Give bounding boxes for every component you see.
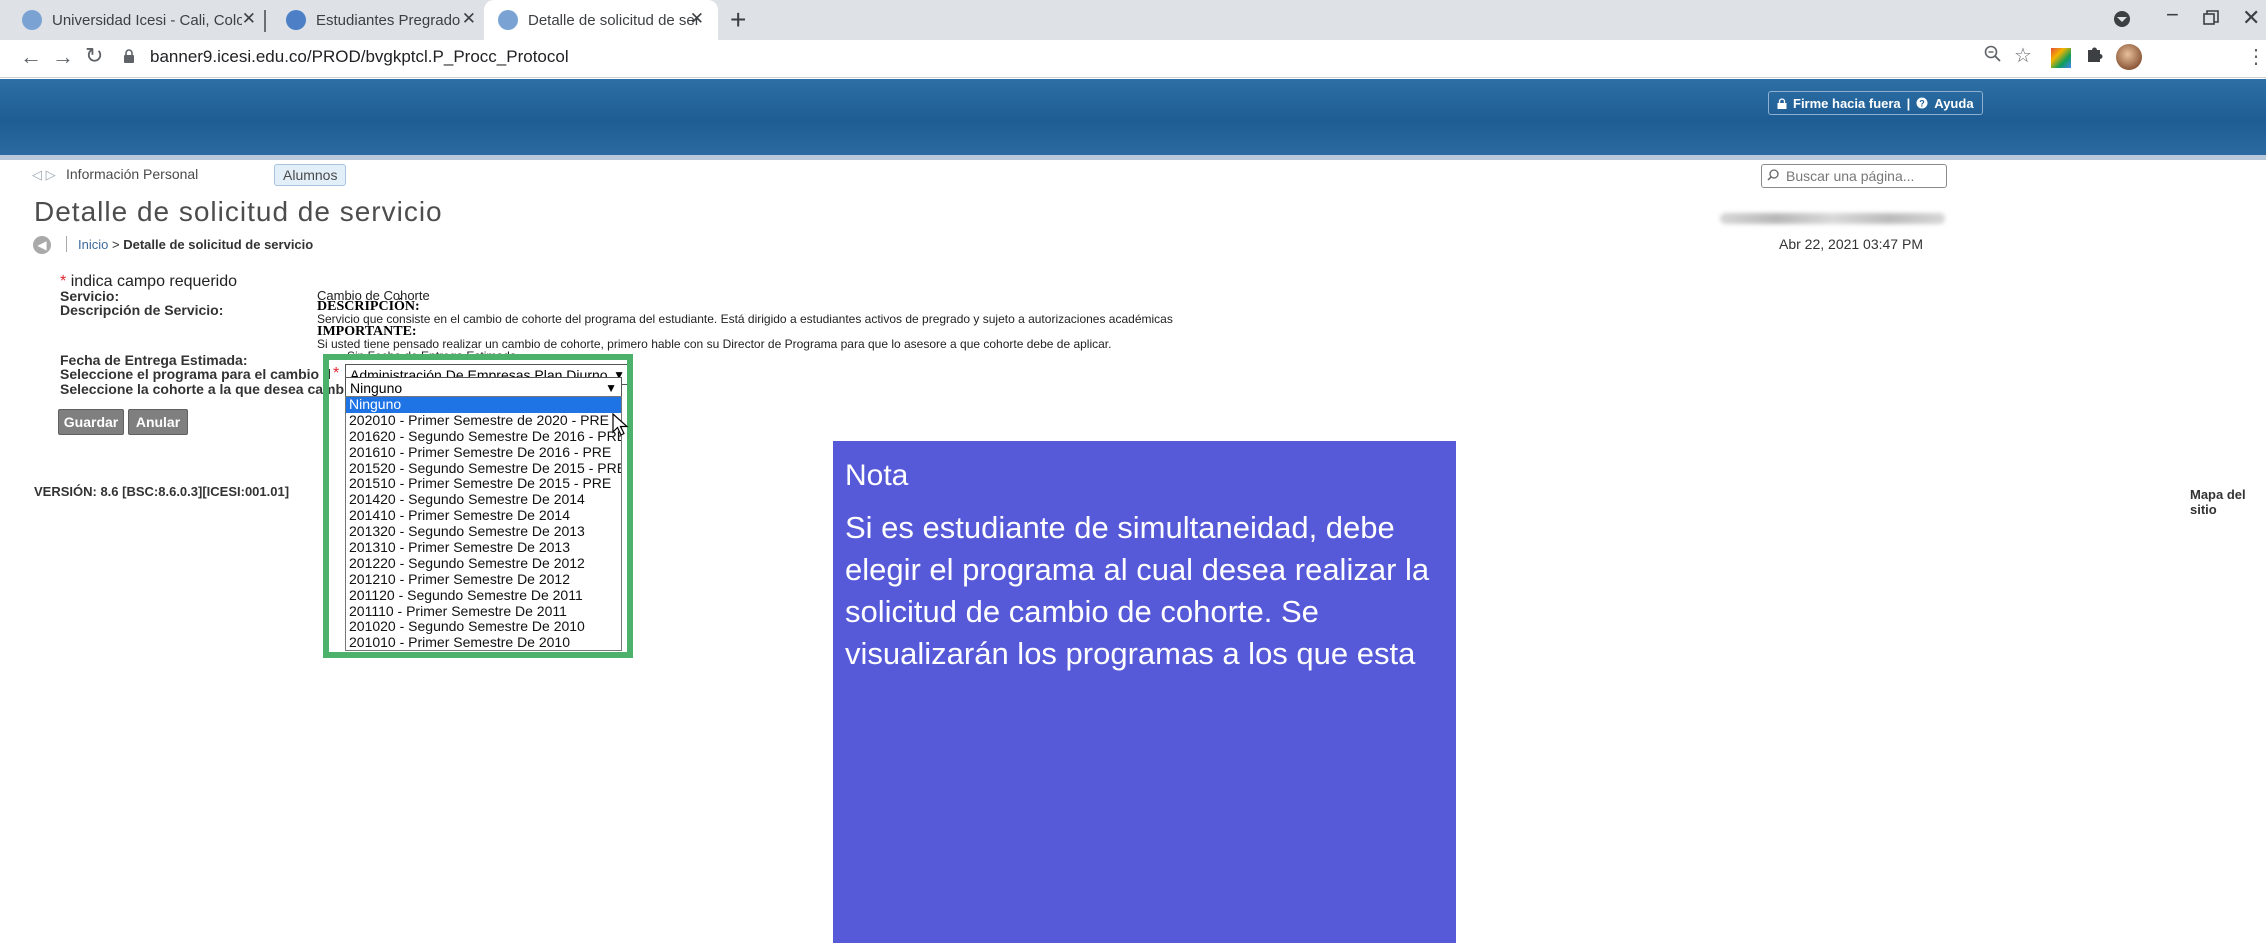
menu-icon[interactable]: ⋮ — [2246, 44, 2266, 69]
signout-link[interactable]: Firme hacia fuera — [1793, 96, 1901, 111]
back-arrow-icon[interactable]: ← — [20, 44, 42, 70]
tab-separator — [264, 10, 266, 32]
breadcrumb: Inicio > Detalle de solicitud de servici… — [78, 237, 313, 252]
search-icon — [1767, 169, 1779, 181]
extension-icon[interactable] — [2051, 48, 2071, 68]
mouse-cursor-icon — [612, 413, 629, 436]
banner-divider — [0, 155, 2266, 160]
close-tab-icon[interactable]: ✕ — [690, 9, 704, 29]
restore-icon[interactable] — [2203, 6, 2219, 32]
page-title: Detalle de solicitud de servicio — [34, 196, 443, 227]
note-panel: Nota Si es estudiante de simultaneidad, … — [833, 441, 1456, 943]
lock-icon — [1777, 97, 1787, 109]
tab-favicon-icon — [498, 10, 518, 30]
extensions-puzzle-icon[interactable] — [2085, 44, 2105, 70]
note-title: Nota — [845, 459, 909, 492]
breadcrumb-divider — [66, 236, 67, 252]
browser-tab[interactable]: Estudiantes Pregrado - icesi.edu.co ✕ — [272, 0, 480, 40]
lock-icon — [124, 49, 134, 63]
utility-separator: | — [1906, 95, 1911, 111]
tab-title: Detalle de solicitud de servicio — [528, 11, 698, 29]
description-label: Descripción de Servicio: — [60, 302, 224, 318]
help-icon: ? — [1916, 97, 1928, 109]
breadcrumb-separator: > — [111, 237, 120, 252]
browser-tab[interactable]: Universidad Icesi - Cali, Colombia ✕ — [8, 0, 270, 40]
version-text: VERSIÓN: 8.6 [BSC:8.6.0.3][ICESI:001.01] — [34, 484, 290, 499]
forward-arrow-icon[interactable]: → — [52, 44, 74, 70]
nav-arrows-icon[interactable]: ◁ ▷ — [32, 167, 56, 183]
utility-menu: Firme hacia fuera | ? Ayuda — [1768, 91, 1983, 115]
cancel-button[interactable]: Anular — [128, 409, 188, 435]
svg-text:?: ? — [1920, 99, 1926, 109]
new-tab-button[interactable]: + — [730, 4, 746, 36]
close-tab-icon[interactable]: ✕ — [462, 9, 476, 29]
note-body: Si es estudiante de simultaneidad, debe … — [845, 510, 1430, 671]
important-text: Si usted tiene pensado realizar un cambi… — [317, 337, 1112, 351]
browser-tab-active[interactable]: Detalle de solicitud de servicio ✕ — [484, 0, 718, 40]
nav-students[interactable]: Alumnos — [274, 164, 347, 186]
nav-personal-info[interactable]: Información Personal — [66, 166, 198, 182]
highlight-frame — [323, 354, 633, 658]
reload-icon[interactable]: ↻ — [85, 43, 103, 69]
breadcrumb-current: Detalle de solicitud de servicio — [123, 237, 314, 252]
close-window-icon[interactable]: ✕ — [2242, 5, 2260, 31]
save-button[interactable]: Guardar — [58, 409, 124, 435]
zoom-icon[interactable] — [1984, 45, 2002, 69]
back-icon[interactable]: ◀ — [33, 236, 51, 254]
bookmark-star-icon[interactable]: ☆ — [2014, 43, 2032, 68]
cohort-label-text: Seleccione la cohorte a la que desea cam… — [60, 381, 366, 397]
breadcrumb-home-link[interactable]: Inicio — [78, 237, 108, 252]
program-label: Seleccione el programa para el cambio de… — [60, 366, 330, 382]
help-link[interactable]: Ayuda — [1934, 96, 1973, 111]
sitemap-link[interactable]: Mapa del sitio — [2190, 487, 2266, 517]
tab-favicon-icon — [286, 10, 306, 30]
tab-favicon-icon — [22, 10, 42, 30]
tab-title: Estudiantes Pregrado - icesi.edu.co — [316, 11, 466, 29]
avatar[interactable] — [2116, 44, 2142, 70]
description-text: Servicio que consiste en el cambio de co… — [317, 312, 1173, 326]
blurred-user-info — [1720, 213, 1945, 224]
tab-title: Universidad Icesi - Cali, Colombia — [52, 11, 242, 29]
url-text[interactable]: banner9.icesi.edu.co/PROD/bvgkptcl.P_Pro… — [150, 47, 569, 67]
current-datetime: Abr 22, 2021 03:47 PM — [1779, 236, 1923, 252]
profile-icon[interactable] — [2113, 8, 2131, 34]
minimize-icon[interactable]: − — [2166, 2, 2179, 28]
close-tab-icon[interactable]: ✕ — [242, 9, 256, 29]
search-input[interactable]: Buscar una página... — [1761, 164, 1947, 188]
